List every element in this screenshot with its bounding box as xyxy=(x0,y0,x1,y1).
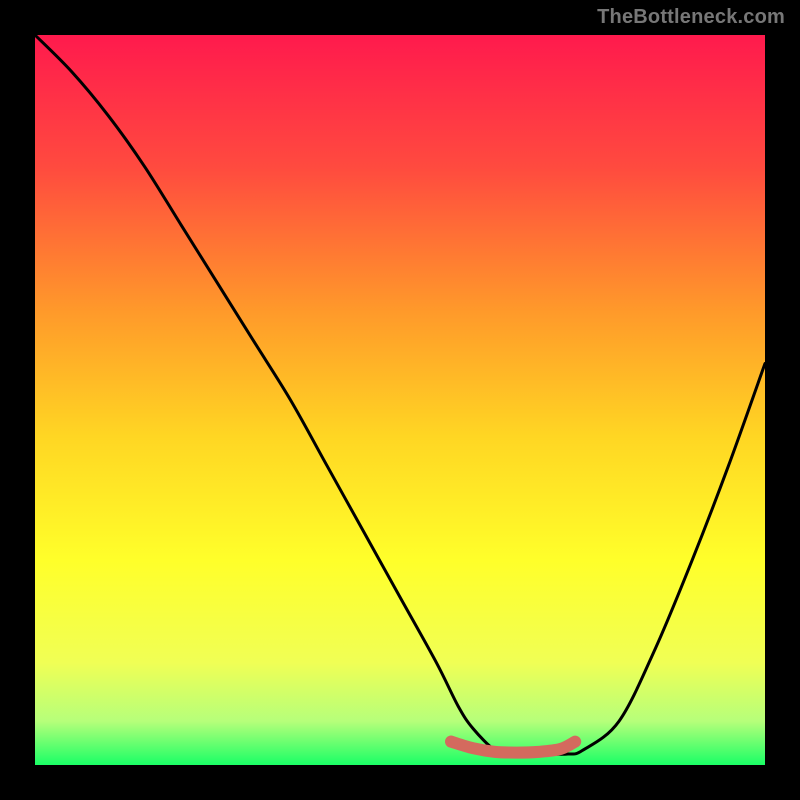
watermark-text: TheBottleneck.com xyxy=(597,6,785,29)
highlight-dot xyxy=(445,736,457,748)
curve-layer xyxy=(35,35,765,765)
plot-area xyxy=(35,35,765,765)
highlight-segment xyxy=(451,742,575,753)
chart-frame: TheBottleneck.com xyxy=(0,0,800,800)
bottleneck-curve xyxy=(35,35,765,754)
